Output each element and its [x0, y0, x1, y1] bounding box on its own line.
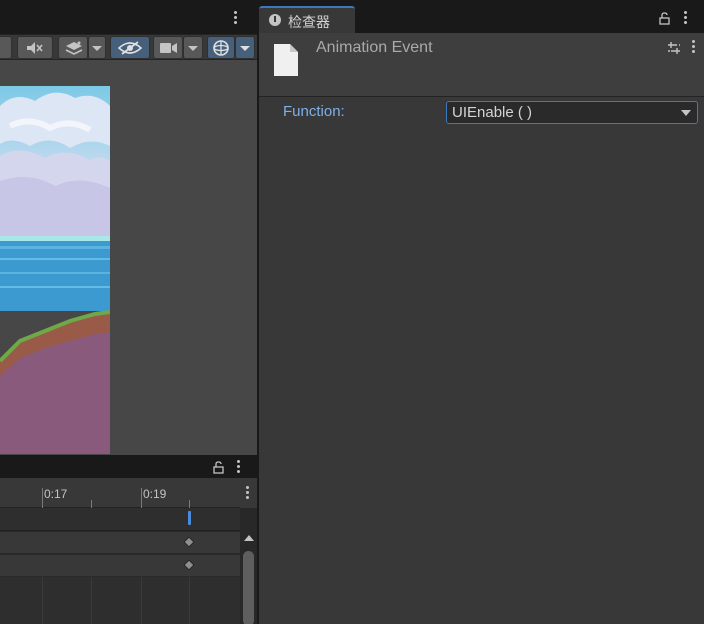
lock-icon[interactable] [213, 461, 224, 474]
ruler-kebab-menu-icon[interactable] [246, 486, 250, 500]
game-sprite-image [0, 86, 110, 454]
scroll-up-arrow-icon[interactable] [244, 535, 254, 541]
event-row[interactable] [0, 508, 240, 531]
audio-mute-icon [27, 42, 43, 54]
scrollbar-thumb[interactable] [243, 551, 254, 624]
header-kebab-menu-icon[interactable] [692, 40, 696, 54]
function-dropdown[interactable]: UIEnable ( ) [446, 101, 698, 124]
ruler-major-tick [42, 488, 43, 508]
ruler-label: 0:17 [44, 487, 68, 501]
ruler-minor-tick [91, 500, 92, 508]
scene-toolbar [0, 35, 257, 60]
grid-line [42, 577, 43, 624]
inspector-tabbar: 检查器 [259, 0, 704, 33]
keyframe-diamond[interactable] [183, 559, 195, 571]
timeline-ruler[interactable]: 0:17 0:19 [0, 478, 240, 508]
document-icon [274, 44, 298, 76]
camera-button[interactable] [153, 36, 183, 59]
scene-viewport[interactable] [0, 60, 257, 455]
gizmos-dropdown[interactable] [235, 36, 255, 59]
gizmos-icon [213, 40, 229, 56]
camera-dropdown[interactable] [183, 36, 203, 59]
inspector-panel: 检查器 Animation Event Function: UIEnable (… [259, 0, 704, 624]
vertical-scrollbar[interactable] [240, 531, 257, 624]
keyframe-row[interactable] [0, 532, 240, 554]
camera-icon [160, 43, 177, 53]
function-selected-value: UIEnable ( ) [452, 104, 533, 121]
ruler-label: 0:19 [143, 487, 167, 501]
animation-kebab-menu-icon[interactable] [237, 460, 241, 474]
function-label: Function: [283, 103, 345, 120]
inspector-tab-label: 检查器 [288, 15, 330, 31]
keyframe-row[interactable] [0, 555, 240, 577]
scene-visibility-icon [117, 41, 143, 55]
inspector-header: Animation Event [259, 33, 704, 97]
scene-visibility-toggle[interactable] [110, 36, 150, 59]
info-icon [269, 14, 281, 26]
animation-header [0, 456, 257, 478]
dropdown-arrow-icon [92, 46, 102, 51]
tab-inspector[interactable]: 检查器 [259, 6, 355, 33]
grid-line [141, 577, 142, 624]
dopesheet-area[interactable] [0, 577, 240, 624]
scene-tabbar [0, 0, 257, 35]
dropdown-arrow-icon [240, 46, 250, 51]
dropdown-arrow-icon [681, 110, 691, 116]
grid-line [91, 577, 92, 624]
effects-dropdown[interactable] [88, 36, 106, 59]
presets-icon[interactable] [667, 41, 681, 55]
inspector-kebab-menu-icon[interactable] [684, 11, 688, 25]
effects-layers-icon [65, 41, 83, 55]
scene-kebab-menu-icon[interactable] [234, 11, 238, 25]
animation-event-marker[interactable] [188, 511, 191, 525]
toolbar-button-partial[interactable] [0, 36, 12, 59]
scene-panel [0, 0, 257, 455]
ruler-menu[interactable] [240, 478, 257, 508]
keyframe-diamond[interactable] [183, 536, 195, 548]
animation-panel: 0:17 0:19 [0, 456, 257, 624]
ruler-minor-tick [189, 500, 190, 508]
gizmos-button[interactable] [207, 36, 235, 59]
audio-mute-button[interactable] [17, 36, 53, 59]
dropdown-arrow-icon [188, 46, 198, 51]
effects-button[interactable] [58, 36, 88, 59]
function-field-row: Function: UIEnable ( ) [259, 100, 704, 124]
lock-icon[interactable] [659, 12, 670, 25]
inspector-title: Animation Event [316, 39, 433, 56]
grid-line [189, 577, 190, 624]
ruler-major-tick [141, 488, 142, 508]
